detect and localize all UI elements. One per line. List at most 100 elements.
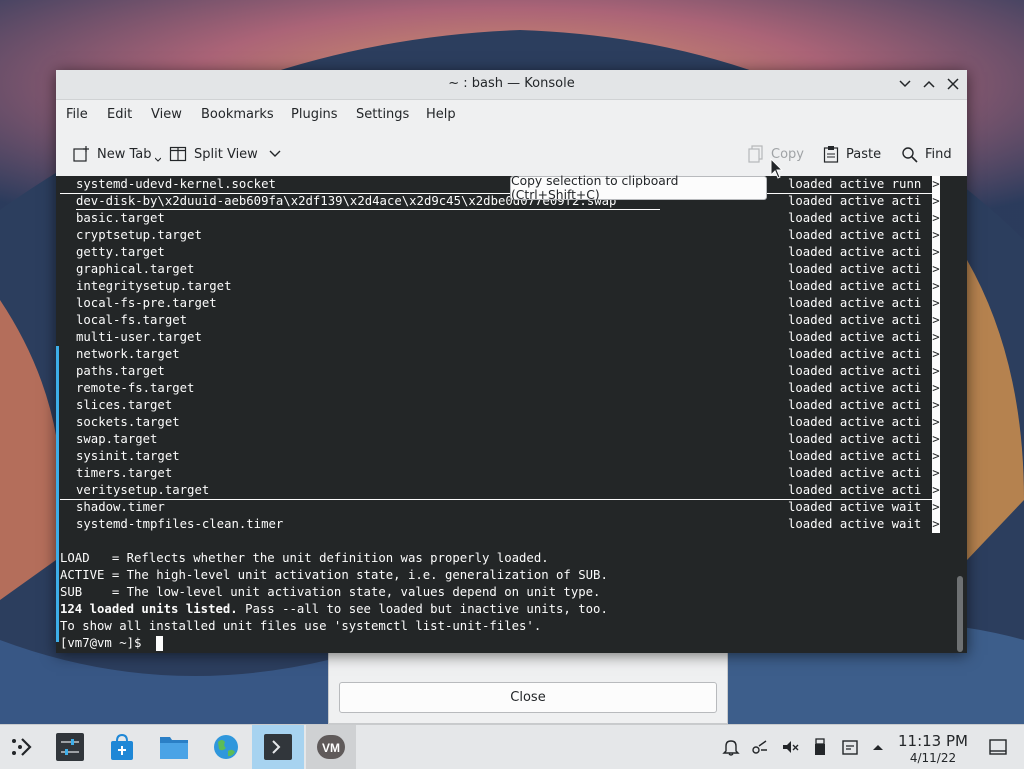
unit-name: veritysetup.target [76, 483, 210, 497]
konsole-window: ~ : bash — Konsole File Edit View Bookma… [56, 70, 967, 653]
menu-bar: File Edit View Bookmarks Plugins Setting… [56, 100, 967, 128]
terminal-view[interactable]: systemd-udevd-kernel.socket loaded active… [56, 176, 967, 653]
menu-bookmarks[interactable]: Bookmarks [201, 107, 274, 122]
unit-status: loaded active acti [788, 262, 922, 276]
truncation-marker: > [932, 414, 940, 431]
show-desktop-icon[interactable] [988, 737, 1008, 757]
truncation-marker: > [932, 397, 940, 414]
unit-name: multi-user.target [76, 330, 202, 344]
truncation-marker: > [932, 329, 940, 346]
unit-name: basic.target [76, 211, 165, 225]
paste-icon [823, 146, 839, 163]
menu-edit[interactable]: Edit [107, 107, 132, 122]
unit-status: loaded active acti [788, 194, 922, 208]
new-tab-button[interactable]: New Tab [72, 142, 161, 166]
truncation-marker: > [932, 295, 940, 312]
chevron-up-icon[interactable] [868, 737, 888, 757]
paste-button[interactable]: Paste [823, 142, 881, 166]
discover-launcher[interactable] [100, 725, 144, 769]
unit-name: sysinit.target [76, 449, 180, 463]
scrollbar[interactable] [957, 576, 963, 652]
application-launcher-button[interactable] [0, 725, 44, 769]
globe-icon [214, 735, 238, 759]
maximize-icon[interactable] [920, 75, 938, 93]
unit-status: loaded active acti [788, 296, 922, 310]
menu-plugins[interactable]: Plugins [291, 107, 338, 122]
menu-help[interactable]: Help [426, 107, 456, 122]
truncation-marker: > [932, 363, 940, 380]
new-tab-dropdown-icon [154, 157, 161, 162]
unit-name: shadow.timer [76, 500, 165, 514]
truncation-marker: > [932, 193, 940, 210]
konsole-task-button[interactable] [252, 725, 304, 769]
unit-status: loaded active acti [788, 245, 922, 259]
folder-icon [160, 737, 188, 759]
settings-icon [56, 733, 84, 761]
unit-name: getty.target [76, 245, 165, 259]
minimize-icon[interactable] [896, 75, 914, 93]
unit-name: systemd-tmpfiles-clean.timer [76, 517, 284, 531]
virt-manager-task-button[interactable]: VM [306, 725, 356, 769]
terminal-icon [264, 734, 292, 760]
clock-time[interactable]: 11:13 PM [892, 732, 974, 750]
close-button[interactable]: Close [339, 682, 717, 713]
unit-status: loaded active runn [788, 177, 922, 191]
truncation-marker: > [932, 278, 940, 295]
unit-name: systemd-udevd-kernel.socket [76, 177, 276, 191]
mouse-pointer-icon [770, 158, 784, 179]
system-settings-launcher[interactable] [48, 725, 92, 769]
unit-status: loaded active acti [788, 228, 922, 242]
shell-prompt: [vm7@vm ~]$ [60, 636, 149, 650]
launcher-icon [12, 738, 32, 756]
toolbar: New Tab Split View Copy Paste Find [56, 132, 967, 176]
file-manager-launcher[interactable] [152, 725, 196, 769]
close-window-icon[interactable] [944, 75, 962, 93]
unit-name: network.target [76, 347, 180, 361]
volume-muted-icon[interactable] [780, 737, 800, 757]
shopping-bag-icon [111, 733, 133, 760]
network-icon[interactable] [750, 737, 770, 757]
unit-status: loaded active acti [788, 449, 922, 463]
truncation-marker: > [932, 312, 940, 329]
chevron-down-icon[interactable] [269, 150, 281, 158]
truncation-marker: > [932, 227, 940, 244]
unit-name: timers.target [76, 466, 173, 480]
summary-count: 124 loaded units listed. [60, 602, 238, 616]
truncation-marker: > [932, 499, 940, 516]
unit-name: paths.target [76, 364, 165, 378]
find-button[interactable]: Find [901, 142, 952, 166]
unit-status: loaded active wait [788, 500, 922, 514]
truncation-marker: > [932, 210, 940, 227]
unit-name: swap.target [76, 432, 158, 446]
truncation-marker: > [932, 244, 940, 261]
truncation-marker: > [932, 482, 940, 499]
unit-status: loaded active acti [788, 330, 922, 344]
clock-date[interactable]: 4/11/22 [892, 751, 974, 765]
unit-name: slices.target [76, 398, 173, 412]
unit-status: loaded active acti [788, 415, 922, 429]
legend-load: LOAD = Reflects whether the unit definit… [60, 551, 549, 565]
row-separator [60, 193, 936, 194]
search-icon [902, 146, 918, 163]
unit-status: loaded active wait [788, 517, 922, 531]
truncation-marker: > [932, 431, 940, 448]
split-view-icon [169, 146, 187, 162]
window-title: ~ : bash — Konsole [448, 76, 575, 91]
find-label: Find [925, 146, 952, 162]
menu-settings[interactable]: Settings [356, 107, 409, 122]
truncation-marker: > [932, 346, 940, 363]
truncation-marker: > [932, 176, 940, 193]
menu-view[interactable]: View [151, 107, 182, 122]
truncation-marker: > [932, 261, 940, 278]
copy-icon [748, 145, 763, 163]
clipboard-icon[interactable] [840, 737, 860, 757]
split-view-button[interactable]: Split View [169, 142, 281, 166]
title-bar[interactable]: ~ : bash — Konsole [56, 70, 967, 100]
notifications-icon[interactable] [721, 737, 741, 757]
web-browser-launcher[interactable] [204, 725, 248, 769]
menu-file[interactable]: File [66, 107, 88, 122]
unit-status: loaded active acti [788, 313, 922, 327]
usb-device-icon[interactable] [810, 737, 830, 757]
summary-rest: Pass --all to see loaded but inactive un… [237, 602, 608, 616]
unit-status: loaded active acti [788, 279, 922, 293]
